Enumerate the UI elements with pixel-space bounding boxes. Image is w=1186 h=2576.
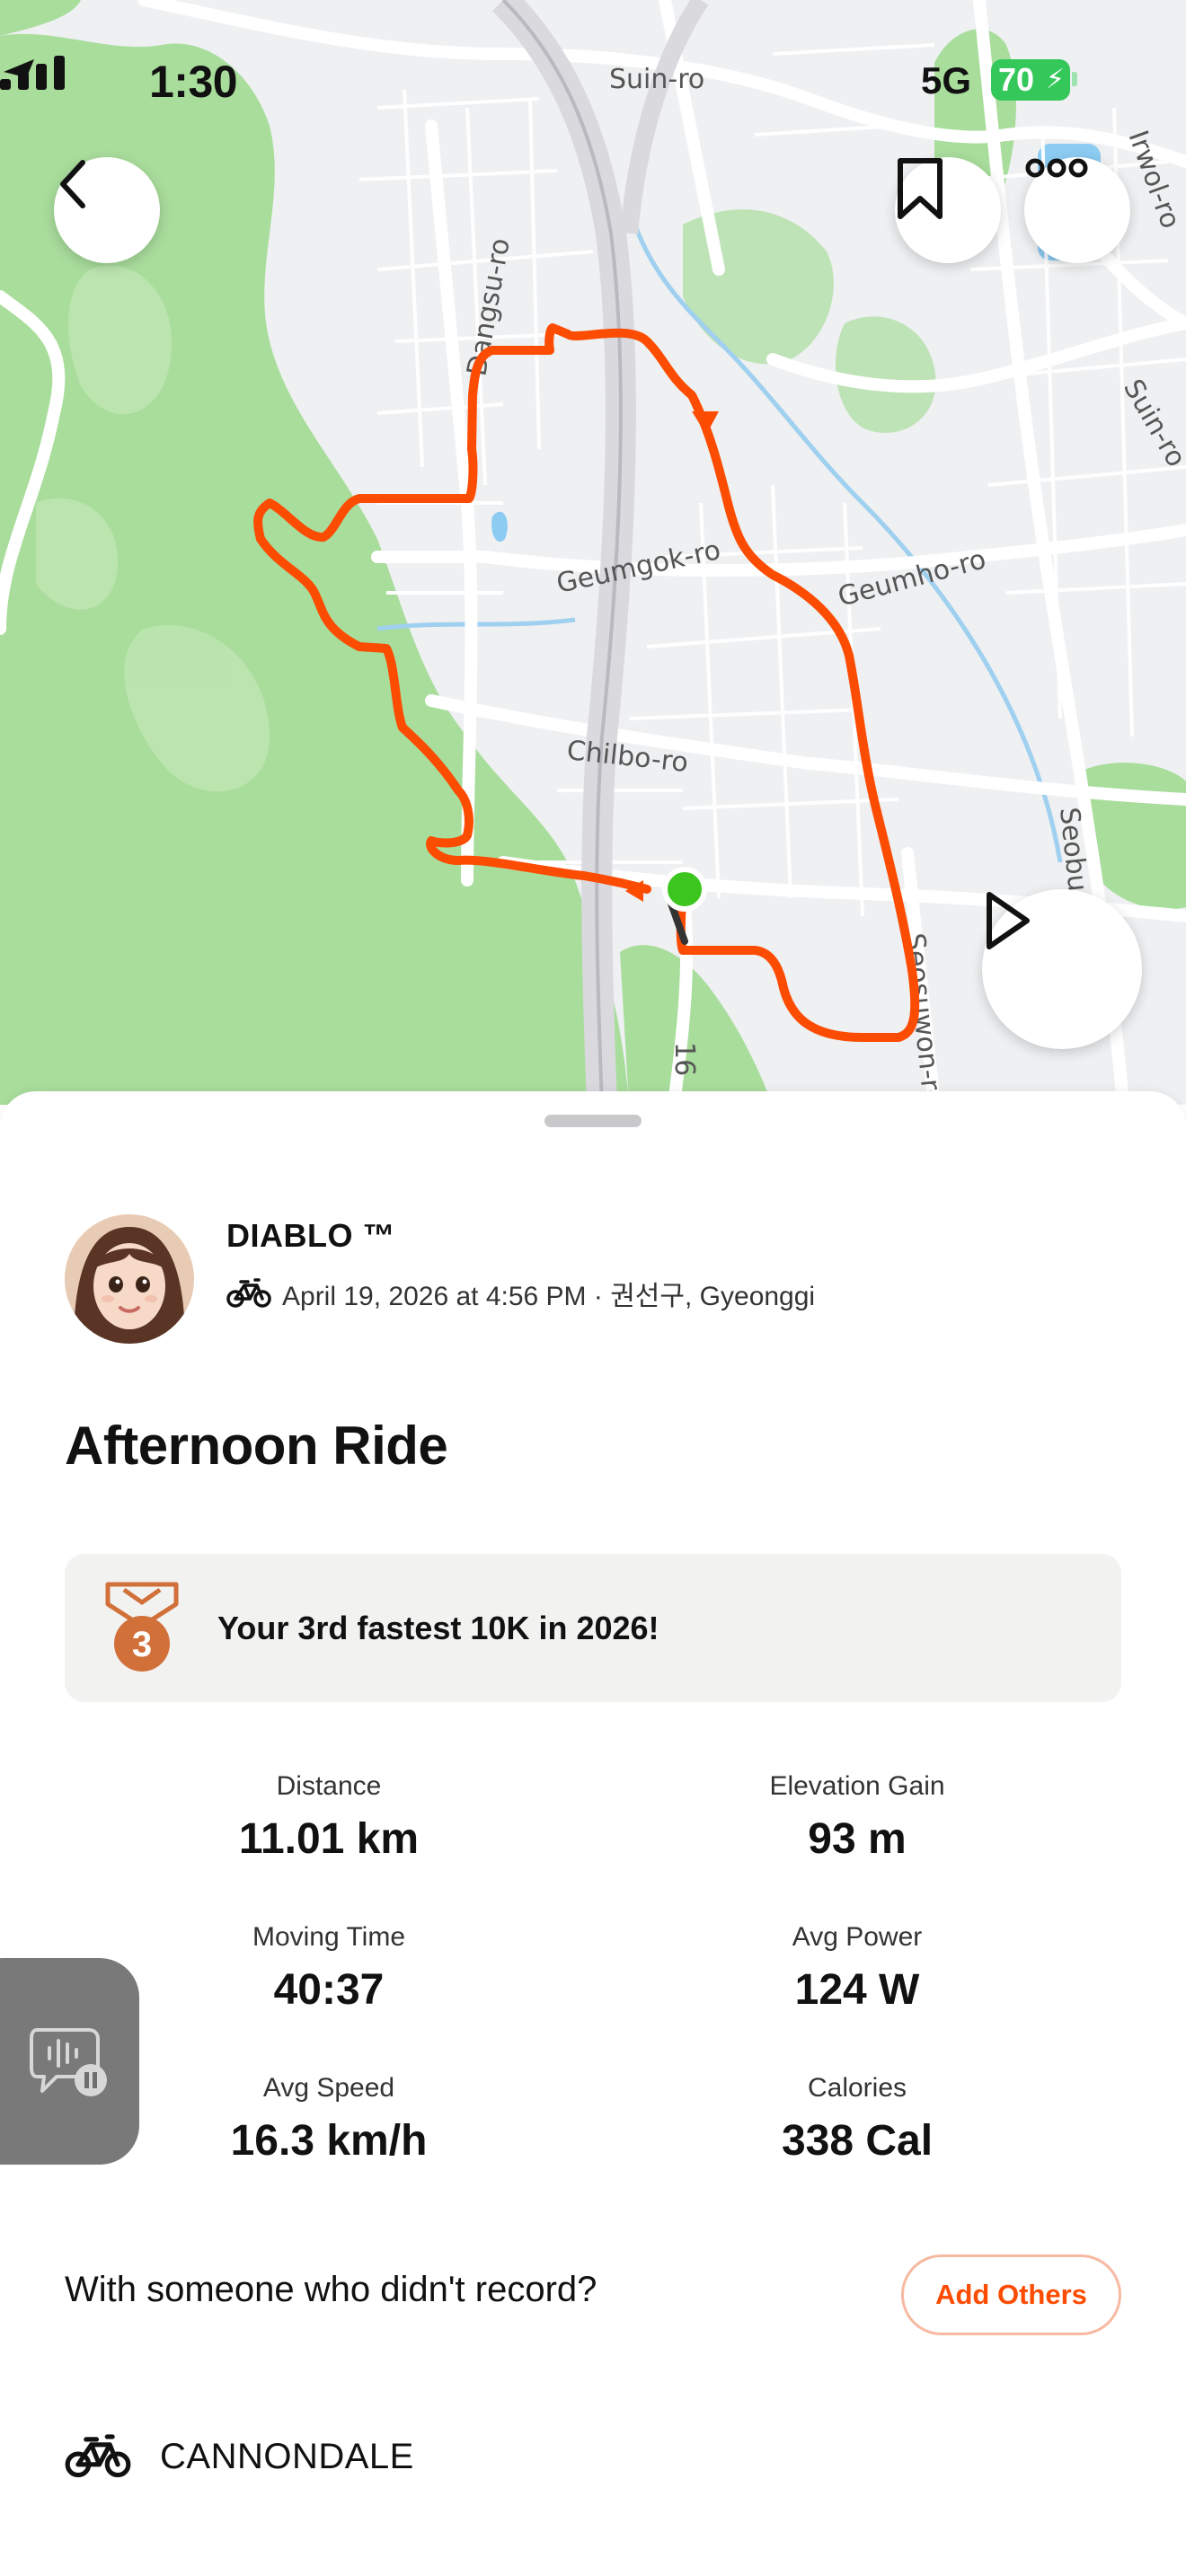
road-label: Suin-ro bbox=[1117, 375, 1186, 473]
status-time: 1:30 bbox=[149, 57, 238, 107]
activity-date-location: April 19, 2026 at 4:56 PM · 권선구, Gyeongg… bbox=[282, 1282, 816, 1311]
battery-indicator: 70 ⚡ bbox=[991, 59, 1070, 101]
stat-avg-power: Avg Power 124 W bbox=[588, 1922, 1127, 2015]
stat-moving-time: Moving Time 40:37 bbox=[59, 1922, 598, 2015]
sheet-grabber[interactable] bbox=[544, 1115, 642, 1127]
charging-bolt-icon: ⚡ bbox=[1045, 65, 1065, 94]
bookmark-icon bbox=[898, 158, 943, 219]
stat-value: 40:37 bbox=[273, 1966, 385, 2014]
more-dots-icon bbox=[1025, 158, 1088, 178]
gear-name: CANNONDALE bbox=[160, 2436, 414, 2476]
avatar-image bbox=[65, 1214, 194, 1344]
road-label: Dangsu-ro bbox=[461, 236, 516, 379]
flyover-play-button[interactable] bbox=[982, 889, 1142, 1049]
athlete-name[interactable]: DIABLO ™ bbox=[226, 1217, 395, 1255]
activity-meta: April 19, 2026 at 4:56 PM · 권선구, Gyeongg… bbox=[226, 1274, 815, 1313]
battery-cap bbox=[1072, 72, 1077, 86]
battery-level: 70 bbox=[998, 61, 1035, 98]
stat-value: 338 Cal bbox=[781, 2117, 934, 2165]
stat-value: 16.3 km/h bbox=[230, 2117, 428, 2165]
add-others-button[interactable]: Add Others bbox=[901, 2254, 1121, 2335]
more-options-button[interactable] bbox=[1024, 157, 1130, 263]
stat-label: Calories bbox=[807, 2073, 907, 2103]
achievement-text: Your 3rd fastest 10K in 2026! bbox=[217, 1610, 659, 1646]
activity-details-sheet[interactable]: DIABLO ™ April 19, 2026 at 4:56 PM · 권선구… bbox=[0, 1091, 1186, 2576]
stat-label: Avg Speed bbox=[262, 2073, 395, 2103]
status-bar: 1:30 5G 70 ⚡ bbox=[0, 56, 1186, 110]
network-type: 5G bbox=[921, 59, 972, 101]
voice-assistant-widget[interactable] bbox=[0, 1958, 139, 2165]
road-label: Irwol-ro bbox=[1121, 127, 1186, 233]
stat-distance: Distance 11.01 km bbox=[59, 1771, 598, 1864]
stat-avg-speed: Avg Speed 16.3 km/h bbox=[59, 2073, 598, 2166]
stat-label: Avg Power bbox=[792, 1922, 923, 1952]
route-start-marker bbox=[662, 867, 707, 912]
voice-paused-icon bbox=[29, 2028, 107, 2096]
stat-value: 124 W bbox=[794, 1966, 920, 2014]
achievement-banner[interactable]: 3 Your 3rd fastest 10K in 2026! bbox=[65, 1554, 1121, 1702]
activity-title: Afternoon Ride bbox=[65, 1416, 448, 1476]
stat-label: Distance bbox=[276, 1771, 382, 1801]
save-route-button[interactable] bbox=[895, 157, 1001, 263]
stat-label: Moving Time bbox=[252, 1922, 406, 1952]
bike-icon bbox=[65, 2434, 131, 2478]
stat-value: 11.01 km bbox=[238, 1815, 420, 1863]
stat-value: 93 m bbox=[808, 1815, 907, 1863]
back-button[interactable] bbox=[54, 157, 160, 263]
chevron-left-icon bbox=[60, 160, 85, 208]
route-direction-arrows bbox=[625, 411, 719, 902]
gear-row[interactable]: CANNONDALE bbox=[65, 2434, 414, 2479]
stat-label: Elevation Gain bbox=[769, 1771, 945, 1801]
stat-elevation-gain: Elevation Gain 93 m bbox=[588, 1771, 1127, 1864]
road-label: 16 bbox=[668, 1042, 700, 1076]
stat-calories: Calories 338 Cal bbox=[588, 2073, 1127, 2166]
road-label: Geumgok-ro bbox=[553, 534, 723, 600]
activity-map[interactable]: Suin-ro Dangsu-ro Geumgok-ro Geumho-ro C… bbox=[0, 0, 1186, 1105]
bike-icon bbox=[226, 1278, 271, 1308]
avatar[interactable] bbox=[65, 1214, 194, 1344]
medal-rank: 3 bbox=[132, 1625, 152, 1664]
cellular-signal-icon bbox=[0, 56, 65, 90]
medal-icon: 3 bbox=[105, 1582, 179, 1672]
play-icon bbox=[987, 892, 1030, 949]
with-others-prompt: With someone who didn't record? bbox=[65, 2270, 597, 2309]
